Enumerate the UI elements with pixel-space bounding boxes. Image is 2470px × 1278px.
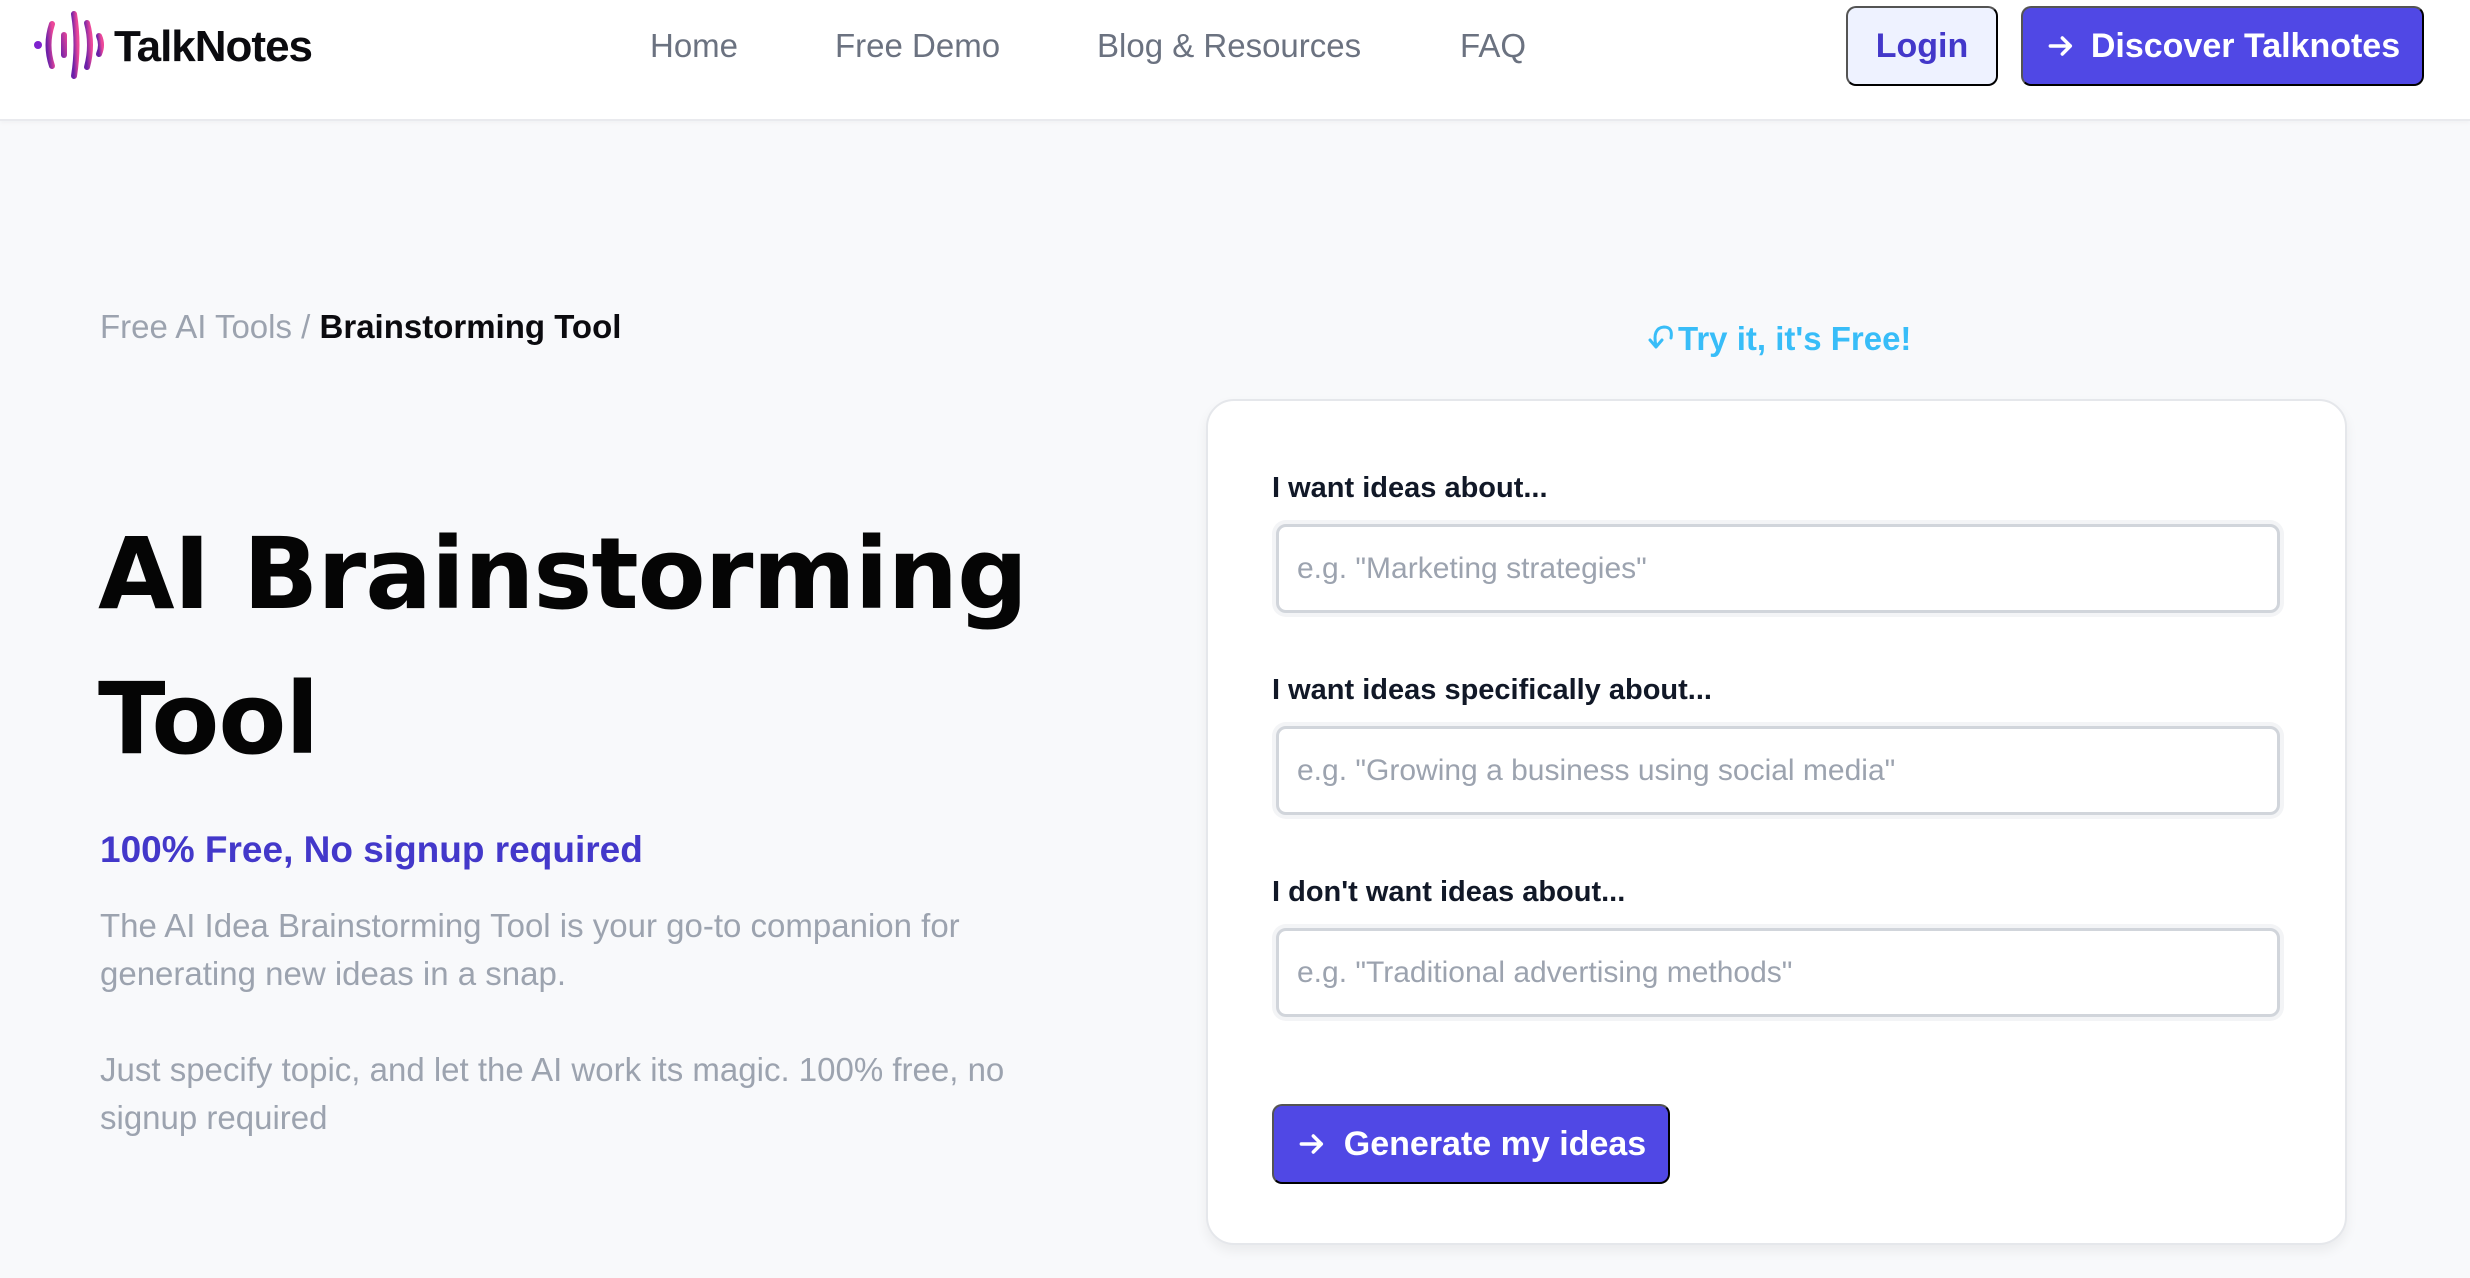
breadcrumb-free-ai-tools[interactable]: Free AI Tools — [100, 308, 292, 345]
breadcrumb-current: Brainstorming Tool — [319, 308, 622, 345]
breadcrumb-separator: / — [301, 308, 311, 345]
nav-blog-resources[interactable]: Blog & Resources — [1097, 24, 1361, 68]
nav-home[interactable]: Home — [650, 24, 738, 68]
arrow-right-icon — [2045, 30, 2077, 62]
brainstorm-form-card: I want ideas about... I want ideas speci… — [1206, 399, 2347, 1245]
topic-input[interactable] — [1276, 524, 2280, 613]
discover-talknotes-button[interactable]: Discover Talknotes — [2021, 6, 2424, 86]
login-label: Login — [1875, 26, 1969, 65]
nav-faq[interactable]: FAQ — [1460, 24, 1526, 68]
generate-ideas-button[interactable]: Generate my ideas — [1272, 1104, 1670, 1184]
page-title: AI Brainstorming Tool — [98, 517, 1028, 777]
specific-topic-label: I want ideas specifically about... — [1272, 674, 1712, 706]
hero-subtitle: 100% Free, No signup required — [100, 829, 643, 870]
breadcrumb: Free AI Tools / Brainstorming Tool — [100, 306, 621, 348]
hero-description-2: Just specify topic, and let the AI work … — [100, 1051, 1005, 1136]
nav-free-demo[interactable]: Free Demo — [835, 24, 1000, 68]
soundwave-logo-icon — [32, 10, 110, 85]
login-button[interactable]: Login — [1846, 6, 1998, 86]
discover-label: Discover Talknotes — [2090, 26, 2401, 65]
arrow-right-icon — [1296, 1128, 1328, 1160]
generate-ideas-label: Generate my ideas — [1343, 1124, 1647, 1163]
try-free-callout: Try it, it's Free! — [1648, 320, 1911, 358]
topic-label: I want ideas about... — [1272, 472, 1548, 504]
site-header: TalkNotes Home Free Demo Blog & Resource… — [0, 0, 2470, 121]
logo-link[interactable]: TalkNotes — [32, 10, 313, 85]
try-free-text: Try it, it's Free! — [1678, 320, 1912, 357]
specific-topic-input[interactable] — [1276, 726, 2280, 815]
curved-arrow-down-icon — [1648, 320, 1678, 358]
exclude-topic-input[interactable] — [1276, 928, 2280, 1017]
logo-text: TalkNotes — [114, 22, 313, 71]
hero-description-1: The AI Idea Brainstorming Tool is your g… — [100, 907, 960, 992]
exclude-topic-label: I don't want ideas about... — [1272, 876, 1626, 908]
